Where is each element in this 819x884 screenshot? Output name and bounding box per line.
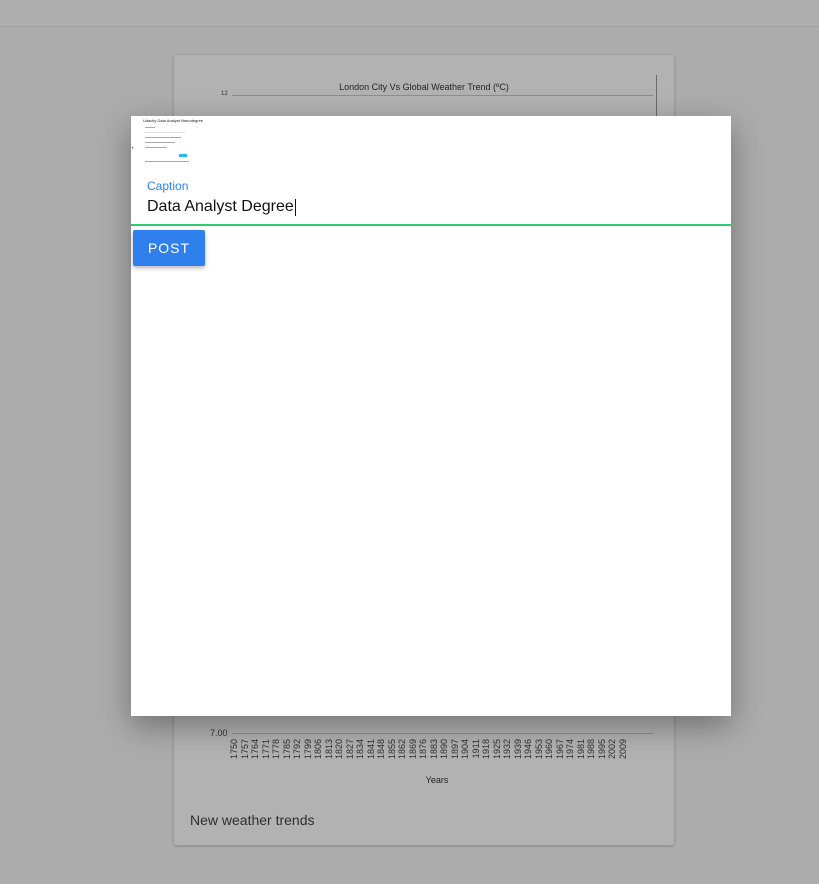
thumbnail-button (179, 154, 187, 157)
thumbnail-line (145, 127, 155, 128)
thumbnail-line (145, 147, 167, 148)
post-button[interactable]: POST (133, 230, 205, 266)
caption-input[interactable]: Data Analyst Degree (147, 196, 707, 218)
thumbnail-line (145, 137, 181, 138)
image-thumbnail: Udacity Data Analyst Nanodegree (133, 118, 203, 166)
thumbnail-title: Udacity Data Analyst Nanodegree (143, 118, 204, 123)
text-caret (294, 198, 296, 216)
stray-mark: ` (131, 146, 134, 156)
caption-underline (131, 224, 731, 226)
thumbnail-line (145, 132, 185, 133)
caption-value: Data Analyst Degree (147, 198, 294, 215)
thumbnail-line (145, 161, 189, 162)
post-dialog: Udacity Data Analyst Nanodegree ` Captio… (131, 116, 731, 716)
caption-label: Caption (147, 179, 189, 193)
thumbnail-line (145, 142, 175, 143)
